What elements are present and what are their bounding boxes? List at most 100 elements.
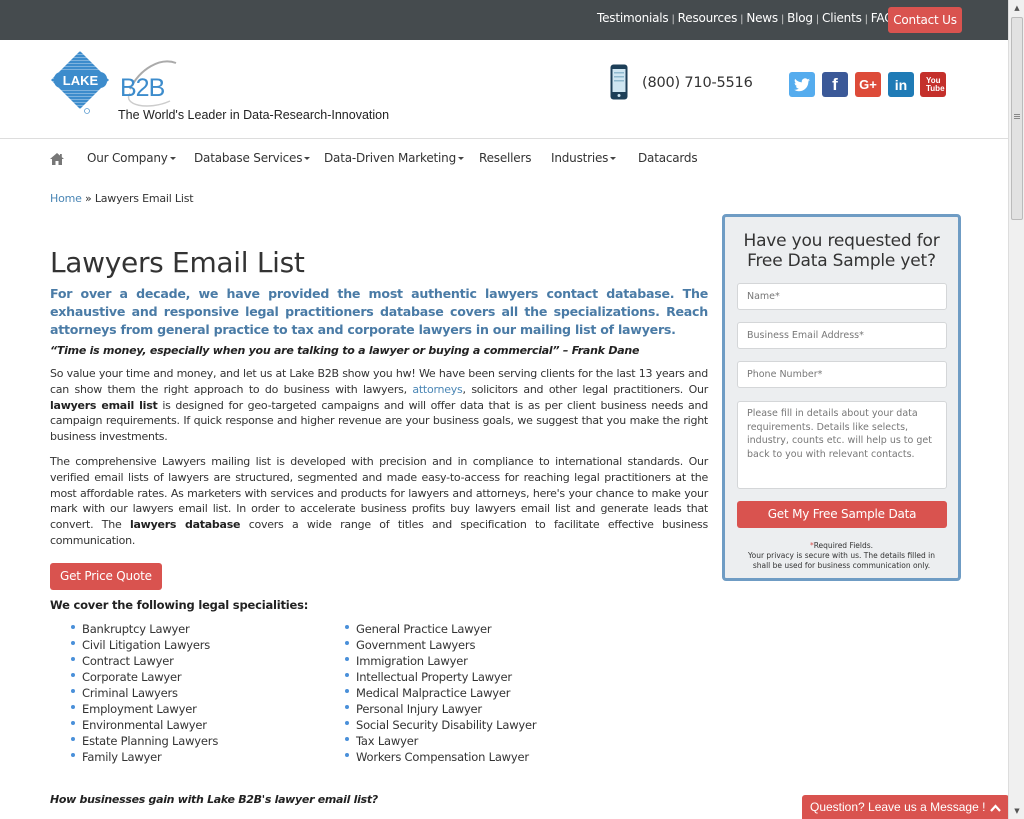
get-price-quote-button[interactable]: Get Price Quote xyxy=(50,562,162,590)
nav-label: Our Company xyxy=(87,151,168,165)
tagline: The World's Leader in Data-Research-Inno… xyxy=(118,108,390,122)
youtube-glyph: You Tube xyxy=(926,76,945,93)
separator: | xyxy=(780,14,785,25)
lead-paragraph: For over a decade, we have provided the … xyxy=(50,286,708,337)
nav-label: Resellers xyxy=(479,151,532,165)
scroll-down-arrow-icon[interactable]: ▼ xyxy=(1009,803,1024,819)
specialities-list-2: General Practice Lawyer Government Lawye… xyxy=(345,621,537,765)
linkedin-icon[interactable]: in xyxy=(888,72,914,97)
list-item: General Practice Lawyer xyxy=(345,621,536,637)
bold-text: lawyers email list xyxy=(50,398,158,412)
caret-down-icon xyxy=(169,157,176,160)
email-field[interactable]: Business Email Address* xyxy=(737,322,947,349)
breadcrumb-home[interactable]: Home xyxy=(50,192,82,205)
list-item: Family Lawyer xyxy=(71,749,218,765)
page-title: Lawyers Email List xyxy=(50,246,305,279)
caret-down-icon xyxy=(458,157,465,160)
text: , solicitors and other legal practitione… xyxy=(462,382,709,396)
breadcrumb-separator: » xyxy=(84,192,92,205)
grip-icon xyxy=(1014,114,1020,115)
section-subheading: How businesses gain with Lake B2B's lawy… xyxy=(50,793,378,806)
top-links: Testimonials | Resources | News | Blog | Clients… xyxy=(597,11,909,25)
nav-label: Data-Driven Marketing xyxy=(324,151,457,165)
breadcrumb: Home » Lawyers Email List xyxy=(50,192,194,205)
separator: | xyxy=(740,14,744,25)
mobile-phone-icon xyxy=(610,64,628,104)
twitter-icon[interactable] xyxy=(789,72,815,97)
scrollbar-thumb[interactable] xyxy=(1011,17,1023,220)
nav-industries[interactable]: Industries xyxy=(551,151,617,165)
top-link-blog[interactable]: Blog xyxy=(787,11,813,25)
list-item: Corporate Lawyer xyxy=(71,669,218,685)
get-free-sample-button[interactable]: Get My Free Sample Data xyxy=(737,501,947,528)
header: LAKE B2B The World's Leader in Data-Rese… xyxy=(0,40,1008,139)
form-notice: *Required Fields. Your privacy is secure… xyxy=(725,541,958,571)
list-item: Contract Lawyer xyxy=(71,653,218,669)
free-sample-form: Have you requested for Free Data Sample … xyxy=(722,214,961,581)
nav-our-company[interactable]: Our Company xyxy=(87,151,176,165)
svg-text:B2B: B2B xyxy=(120,74,165,102)
paragraph-2: The comprehensive Lawyers mailing list i… xyxy=(50,454,708,549)
nav-resellers[interactable]: Resellers xyxy=(479,151,531,165)
google-plus-icon[interactable]: G+ xyxy=(855,72,881,97)
specialities-lists: Bankruptcy Lawyer Civil Litigation Lawye… xyxy=(50,621,708,771)
facebook-icon[interactable]: f xyxy=(822,72,848,97)
youtube-icon[interactable]: You Tube xyxy=(920,72,946,97)
list-item: Criminal Lawyers xyxy=(71,685,218,701)
page-scrollbar[interactable]: ▲ ▼ xyxy=(1008,0,1024,819)
nav-data-driven-marketing[interactable]: Data-Driven Marketing xyxy=(324,151,465,165)
phone-field[interactable]: Phone Number* xyxy=(737,361,947,388)
separator: | xyxy=(671,14,675,25)
list-item: Government Lawyers xyxy=(345,637,536,653)
breadcrumb-current: Lawyers Email List xyxy=(94,192,194,205)
svg-text:LAKE: LAKE xyxy=(63,73,99,88)
top-bar: Testimonials | Resources | News | Blog | Clients… xyxy=(0,0,1008,40)
caret-down-icon xyxy=(304,157,311,160)
list-item: Civil Litigation Lawyers xyxy=(71,637,218,653)
form-title-line-1: Have you requested for xyxy=(743,231,940,251)
caret-down-icon xyxy=(610,157,617,160)
chat-label: Question? Leave us a Message ! xyxy=(810,800,986,814)
list-item: Environmental Lawyer xyxy=(71,717,218,733)
specialities-title: We cover the following legal specialitie… xyxy=(50,597,309,612)
list-item: Intellectual Property Lawyer xyxy=(345,669,536,685)
main-content: Lawyers Email List For over a decade, we… xyxy=(50,240,708,771)
nav-label: Datacards xyxy=(638,151,698,165)
separator: | xyxy=(864,14,868,25)
list-item: Estate Planning Lawyers xyxy=(71,733,218,749)
list-item: Personal Injury Lawyer xyxy=(345,701,536,717)
required-text: Required Fields. xyxy=(813,541,874,550)
specialities-list-1: Bankruptcy Lawyer Civil Litigation Lawye… xyxy=(71,621,218,765)
attorneys-link[interactable]: attorneys xyxy=(412,383,462,396)
nav-datacards[interactable]: Datacards xyxy=(638,151,698,165)
top-link-clients[interactable]: Clients xyxy=(822,11,862,25)
scroll-up-arrow-icon[interactable]: ▲ xyxy=(1009,0,1024,16)
leave-message-tab[interactable]: Question? Leave us a Message ! xyxy=(802,795,1009,819)
top-link-news[interactable]: News xyxy=(746,11,778,25)
nav-database-services[interactable]: Database Services xyxy=(194,151,311,165)
contact-us-button[interactable]: Contact Us xyxy=(888,7,962,33)
main-nav: Our Company Database Services Data-Drive… xyxy=(0,140,1008,176)
list-item: Employment Lawyer xyxy=(71,701,218,717)
details-textarea[interactable]: Please fill in details about your data r… xyxy=(737,401,947,489)
bold-text: lawyers database xyxy=(129,518,241,532)
quote: “Time is money, especially when you are … xyxy=(50,344,640,357)
phone-number[interactable]: (800) 710-5516 xyxy=(642,75,753,91)
form-title-line-2: Free Data Sample yet? xyxy=(747,251,936,271)
list-item: Medical Malpractice Lawyer xyxy=(345,685,536,701)
top-link-resources[interactable]: Resources xyxy=(678,11,738,25)
list-item: Social Security Disability Lawyer xyxy=(345,717,537,733)
nav-label: Industries xyxy=(551,151,609,165)
paragraph-1: So value your time and money, and let us… xyxy=(50,366,708,445)
home-icon[interactable] xyxy=(50,150,64,169)
nav-label: Database Services xyxy=(194,151,303,165)
name-field[interactable]: Name* xyxy=(737,283,947,310)
privacy-text: Your privacy is secure with us. The deta… xyxy=(748,551,935,570)
youtube-glyph-part: Tube xyxy=(926,83,945,93)
chevron-up-icon xyxy=(990,795,1001,819)
list-item: Workers Compensation Lawyer xyxy=(345,749,536,765)
list-item: Bankruptcy Lawyer xyxy=(71,621,218,637)
top-link-testimonials[interactable]: Testimonials xyxy=(597,11,669,25)
list-item: Immigration Lawyer xyxy=(345,653,536,669)
separator: | xyxy=(815,14,820,25)
